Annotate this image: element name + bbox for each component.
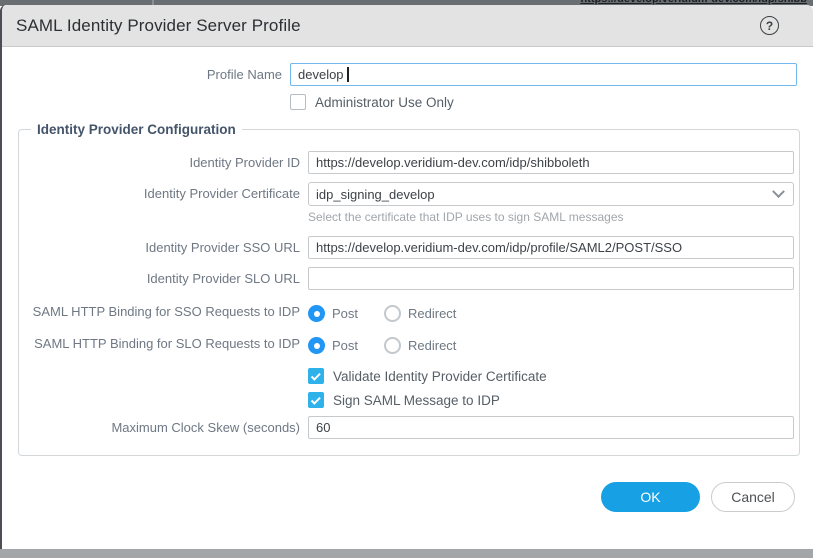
slo-binding-radio-group: Post Redirect bbox=[308, 334, 794, 354]
dialog-title: SAML Identity Provider Server Profile bbox=[16, 16, 760, 36]
cancel-button[interactable]: Cancel bbox=[711, 482, 795, 512]
validate-cert-checkbox-row[interactable]: Validate Identity Provider Certificate bbox=[308, 368, 794, 384]
sign-saml-checkbox-row[interactable]: Sign SAML Message to IDP bbox=[308, 392, 794, 408]
radio-selected-icon[interactable] bbox=[308, 337, 325, 354]
sso-binding-label: SAML HTTP Binding for SSO Requests to ID… bbox=[19, 302, 308, 320]
sso-binding-redirect-option[interactable]: Redirect bbox=[384, 305, 456, 322]
slo-binding-redirect-option[interactable]: Redirect bbox=[384, 337, 456, 354]
slo-binding-post-option[interactable]: Post bbox=[308, 337, 358, 354]
sso-binding-redirect-label: Redirect bbox=[408, 306, 456, 321]
slo-url-label: Identity Provider SLO URL bbox=[19, 267, 308, 287]
sso-binding-radio-group: Post Redirect bbox=[308, 302, 794, 322]
chevron-down-icon bbox=[772, 185, 785, 198]
sso-binding-row: SAML HTTP Binding for SSO Requests to ID… bbox=[19, 302, 799, 322]
dialog-actions: OK Cancel bbox=[2, 456, 813, 512]
idp-id-row: Identity Provider ID bbox=[19, 151, 799, 174]
ok-button[interactable]: OK bbox=[601, 482, 700, 512]
checkmark-icon bbox=[310, 370, 320, 380]
idp-certificate-label: Identity Provider Certificate bbox=[19, 182, 308, 202]
admin-use-only-row: Administrator Use Only bbox=[2, 94, 813, 110]
sign-saml-label: Sign SAML Message to IDP bbox=[333, 393, 500, 408]
identity-provider-configuration-section: Identity Provider Configuration Identity… bbox=[18, 122, 800, 456]
slo-binding-row: SAML HTTP Binding for SLO Requests to ID… bbox=[19, 334, 799, 354]
sso-url-row: Identity Provider SSO URL bbox=[19, 236, 799, 259]
idp-certificate-value: idp_signing_develop bbox=[316, 187, 774, 202]
admin-use-only-checkbox-row[interactable]: Administrator Use Only bbox=[290, 94, 797, 110]
sso-url-input[interactable] bbox=[308, 236, 794, 259]
validate-cert-row: Validate Identity Provider Certificate bbox=[19, 368, 799, 384]
slo-url-row: Identity Provider SLO URL bbox=[19, 267, 799, 290]
dialog-titlebar: SAML Identity Provider Server Profile ? bbox=[2, 5, 813, 47]
saml-idp-profile-dialog: SAML Identity Provider Server Profile ? … bbox=[0, 5, 813, 549]
idp-id-input[interactable] bbox=[308, 151, 794, 174]
clock-skew-label: Maximum Clock Skew (seconds) bbox=[19, 416, 308, 436]
sso-binding-post-label: Post bbox=[332, 306, 358, 321]
radio-unselected-icon[interactable] bbox=[384, 337, 401, 354]
clock-skew-row: Maximum Clock Skew (seconds) bbox=[19, 416, 799, 439]
background-page-strip-bottom bbox=[0, 549, 813, 558]
idp-id-label: Identity Provider ID bbox=[19, 151, 308, 171]
admin-use-only-label: Administrator Use Only bbox=[315, 95, 454, 110]
slo-binding-redirect-label: Redirect bbox=[408, 338, 456, 353]
help-icon[interactable]: ? bbox=[760, 16, 779, 35]
checkmark-icon bbox=[310, 394, 320, 404]
sso-url-label: Identity Provider SSO URL bbox=[19, 236, 308, 256]
sso-binding-post-option[interactable]: Post bbox=[308, 305, 358, 322]
slo-url-input[interactable] bbox=[308, 267, 794, 290]
admin-use-only-checkbox[interactable] bbox=[290, 94, 306, 110]
radio-selected-icon[interactable] bbox=[308, 305, 325, 322]
dialog-body: Profile Name Administrator Use Only Iden… bbox=[2, 47, 813, 512]
idp-certificate-row: Identity Provider Certificate idp_signin… bbox=[19, 182, 799, 224]
clock-skew-input[interactable] bbox=[308, 416, 794, 439]
profile-name-input[interactable] bbox=[290, 63, 797, 86]
idp-certificate-help-text: Select the certificate that IDP uses to … bbox=[308, 206, 794, 224]
profile-name-label: Profile Name bbox=[2, 63, 290, 83]
slo-binding-label: SAML HTTP Binding for SLO Requests to ID… bbox=[19, 334, 308, 352]
validate-cert-checkbox[interactable] bbox=[308, 368, 324, 384]
profile-name-row: Profile Name bbox=[2, 63, 813, 86]
slo-binding-post-label: Post bbox=[332, 338, 358, 353]
validate-cert-label: Validate Identity Provider Certificate bbox=[333, 369, 547, 384]
section-legend: Identity Provider Configuration bbox=[31, 122, 242, 137]
radio-unselected-icon[interactable] bbox=[384, 305, 401, 322]
idp-certificate-select[interactable]: idp_signing_develop bbox=[308, 182, 794, 206]
sign-saml-checkbox[interactable] bbox=[308, 392, 324, 408]
sign-saml-row: Sign SAML Message to IDP bbox=[19, 392, 799, 408]
